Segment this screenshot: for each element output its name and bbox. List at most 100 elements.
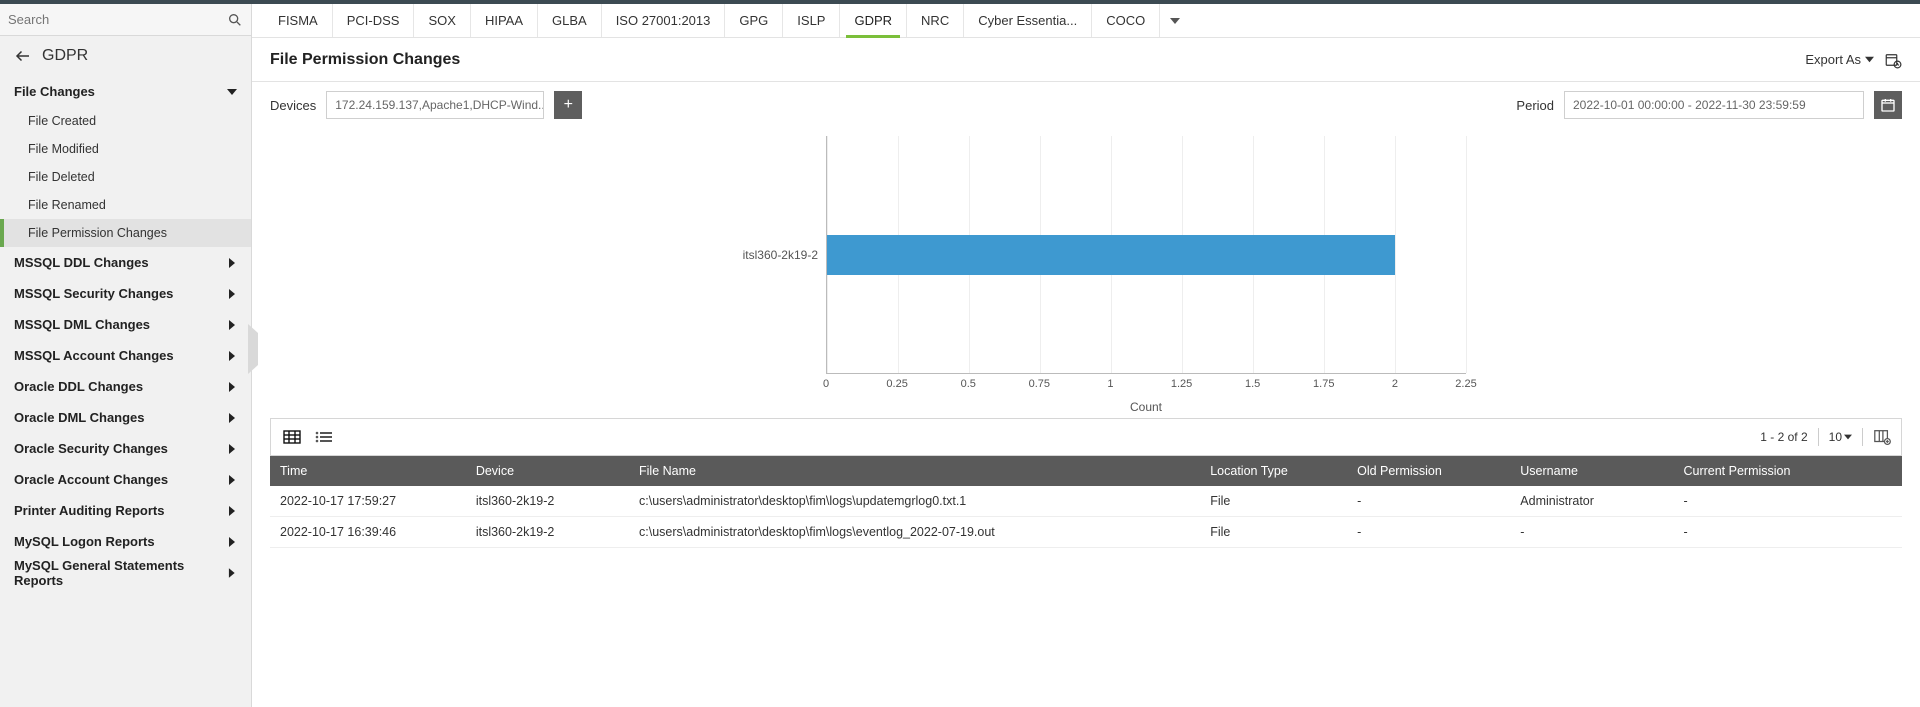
tab[interactable]: Cyber Essentia... [964, 4, 1092, 37]
chevron-down-icon [1844, 433, 1852, 441]
sidebar-group-label: MySQL General Statements Reports [14, 558, 227, 588]
sidebar-search [0, 4, 251, 36]
sidebar-sub-file-permission-changes[interactable]: File Permission Changes [0, 219, 251, 247]
tab[interactable]: GPG [725, 4, 783, 37]
tab-label: GPG [739, 13, 768, 28]
tabs-overflow[interactable] [1159, 4, 1189, 37]
table-body: 2022-10-17 17:59:27itsl360-2k19-2c:\user… [270, 486, 1902, 548]
x-tick-label: 1.5 [1245, 378, 1260, 390]
chart-category-label: itsl360-2k19-2 [743, 248, 818, 262]
table-cell: Administrator [1510, 486, 1673, 517]
column-chooser-icon[interactable] [1873, 428, 1891, 446]
sidebar-group[interactable]: Oracle DDL Changes [0, 371, 251, 402]
sidebar-navlist: File Changes File Created File Modified … [0, 76, 251, 707]
x-tick-label: 2 [1392, 378, 1398, 390]
chevron-right-icon [227, 444, 237, 454]
sidebar-sub-label: File Modified [28, 142, 99, 156]
sidebar-group[interactable]: MySQL Logon Reports [0, 526, 251, 557]
sidebar-section-label: File Changes [14, 84, 95, 99]
x-tick-label: 1.75 [1313, 378, 1334, 390]
sidebar-group[interactable]: MSSQL DML Changes [0, 309, 251, 340]
table-header-cell[interactable]: Current Permission [1673, 456, 1902, 486]
table-header-cell[interactable]: Old Permission [1347, 456, 1510, 486]
search-icon[interactable] [227, 12, 243, 28]
tab[interactable]: COCO [1092, 4, 1159, 37]
devices-label: Devices [270, 98, 316, 113]
tab-label: GDPR [854, 13, 892, 28]
export-controls: Export As [1805, 51, 1902, 69]
devices-input[interactable]: 172.24.159.137,Apache1,DHCP-Wind... [326, 91, 544, 119]
breadcrumb-label: GDPR [42, 47, 88, 65]
sidebar-group-label: Oracle DDL Changes [14, 379, 143, 394]
export-as-dropdown[interactable]: Export As [1805, 52, 1874, 67]
tab[interactable]: ISLP [783, 4, 840, 37]
back-icon[interactable] [14, 47, 32, 65]
table-header-cell[interactable]: Device [466, 456, 629, 486]
tab-label: SOX [428, 13, 455, 28]
table-row[interactable]: 2022-10-17 16:39:46itsl360-2k19-2c:\user… [270, 517, 1902, 548]
sidebar-sub-file-renamed[interactable]: File Renamed [0, 191, 251, 219]
sidebar-group[interactable]: MySQL General Statements Reports [0, 557, 251, 588]
add-device-button[interactable]: + [554, 91, 582, 119]
tab[interactable]: SOX [414, 4, 470, 37]
sidebar: GDPR File Changes File Created File Modi… [0, 4, 252, 707]
table-header-cell[interactable]: Username [1510, 456, 1673, 486]
sidebar-group[interactable]: Oracle Account Changes [0, 464, 251, 495]
search-input[interactable] [8, 12, 227, 27]
sidebar-group[interactable]: MSSQL Account Changes [0, 340, 251, 371]
tab[interactable]: GDPR [840, 4, 907, 37]
tab[interactable]: NRC [907, 4, 964, 37]
tab-label: COCO [1106, 13, 1145, 28]
sidebar-sub-file-modified[interactable]: File Modified [0, 135, 251, 163]
chevron-right-icon [227, 506, 237, 516]
table-cell: 2022-10-17 16:39:46 [270, 517, 466, 548]
table-view-button[interactable] [281, 428, 303, 446]
sidebar-group[interactable]: Oracle DML Changes [0, 402, 251, 433]
tab-label: HIPAA [485, 13, 523, 28]
breadcrumb: GDPR [0, 36, 251, 76]
sidebar-group-label: MySQL Logon Reports [14, 534, 155, 549]
sidebar-group[interactable]: MSSQL Security Changes [0, 278, 251, 309]
table-cell: - [1673, 517, 1902, 548]
table-header-cell[interactable]: Time [270, 456, 466, 486]
table-cell: itsl360-2k19-2 [466, 486, 629, 517]
chevron-right-icon [227, 568, 237, 578]
x-tick-label: 1.25 [1171, 378, 1192, 390]
sidebar-sub-label: File Deleted [28, 170, 95, 184]
chevron-right-icon [227, 475, 237, 485]
sidebar-sub-label: File Renamed [28, 198, 106, 212]
list-view-button[interactable] [313, 428, 335, 446]
table-row[interactable]: 2022-10-17 17:59:27itsl360-2k19-2c:\user… [270, 486, 1902, 517]
tab[interactable]: ISO 27001:2013 [602, 4, 726, 37]
table-cell: File [1200, 517, 1347, 548]
sidebar-group[interactable]: Oracle Security Changes [0, 433, 251, 464]
sidebar-group[interactable]: Printer Auditing Reports [0, 495, 251, 526]
schedule-report-icon[interactable] [1884, 51, 1902, 69]
chevron-down-icon [1865, 55, 1874, 64]
tab-label: NRC [921, 13, 949, 28]
sidebar-section-file-changes[interactable]: File Changes [0, 76, 251, 107]
tab[interactable]: HIPAA [471, 4, 538, 37]
page-size-select[interactable]: 10 [1829, 430, 1852, 444]
x-tick-label: 0.5 [961, 378, 976, 390]
tab[interactable]: FISMA [264, 4, 333, 37]
chart-plot[interactable] [826, 136, 1466, 374]
period-label: Period [1516, 98, 1554, 113]
sidebar-sub-file-created[interactable]: File Created [0, 107, 251, 135]
sidebar-sub-label: File Permission Changes [28, 226, 167, 240]
chevron-down-icon [1170, 16, 1180, 26]
chart-bar[interactable] [827, 235, 1395, 275]
sidebar-group[interactable]: MSSQL DDL Changes [0, 247, 251, 278]
x-tick-label: 1 [1107, 378, 1113, 390]
calendar-button[interactable] [1874, 91, 1902, 119]
table-header-cell[interactable]: Location Type [1200, 456, 1347, 486]
tab[interactable]: GLBA [538, 4, 602, 37]
sidebar-sub-file-deleted[interactable]: File Deleted [0, 163, 251, 191]
tab[interactable]: PCI-DSS [333, 4, 415, 37]
chevron-right-icon [227, 351, 237, 361]
table-header-row: TimeDeviceFile NameLocation TypeOld Perm… [270, 456, 1902, 486]
table-cell: - [1673, 486, 1902, 517]
table-header-cell[interactable]: File Name [629, 456, 1200, 486]
period-input[interactable]: 2022-10-01 00:00:00 - 2022-11-30 23:59:5… [1564, 91, 1864, 119]
export-as-label: Export As [1805, 52, 1861, 67]
